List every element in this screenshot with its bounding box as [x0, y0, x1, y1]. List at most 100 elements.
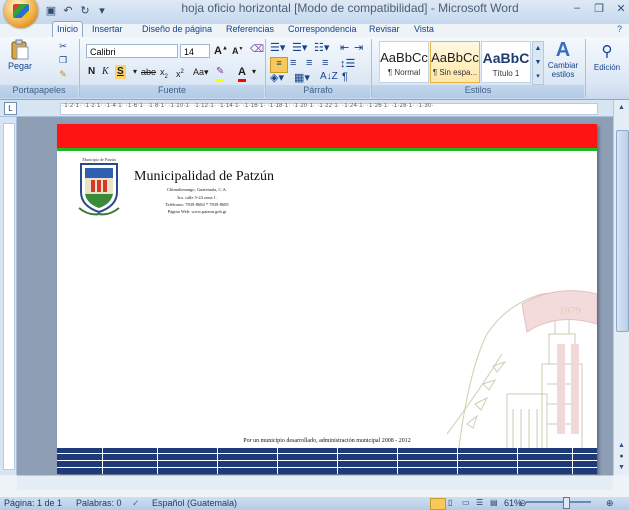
- minimize-icon[interactable]: –: [571, 2, 583, 15]
- address-line: Chimaltenango, Guatemala, C.A.: [167, 187, 227, 192]
- zoom-slider-handle[interactable]: [563, 497, 570, 509]
- next-page-icon[interactable]: ▼: [616, 462, 627, 473]
- office-logo-icon: [13, 4, 29, 18]
- ribbon-tabs: Inicio Insertar Diseño de página Referen…: [0, 19, 629, 38]
- tab-selector-icon[interactable]: L: [4, 102, 17, 115]
- styles-scroll-icon[interactable]: ▲ ▼ ▾: [532, 41, 544, 85]
- grow-font-icon[interactable]: A▲: [214, 45, 228, 57]
- align-center-icon[interactable]: ≡: [290, 57, 296, 69]
- decrease-indent-icon[interactable]: ⇤: [340, 41, 349, 54]
- underline-dropdown-icon[interactable]: ▾: [133, 65, 137, 79]
- style-normal[interactable]: AaBbCc ¶ Normal: [379, 41, 429, 83]
- bold-icon[interactable]: N: [88, 65, 95, 79]
- ruler-track: [3, 123, 15, 470]
- document-page[interactable]: Municipio de Patzún Municipalidad de Pat…: [57, 124, 597, 474]
- font-color-icon[interactable]: A: [238, 65, 246, 82]
- footer-line: [57, 460, 597, 461]
- clipboard-icon: [4, 39, 36, 61]
- tab-diseno-pagina[interactable]: Diseño de página: [138, 22, 216, 37]
- maximize-icon[interactable]: ❐: [593, 2, 605, 15]
- scroll-up-icon[interactable]: ▲: [616, 102, 627, 113]
- cut-icon[interactable]: ✂: [56, 41, 70, 52]
- editing-button[interactable]: ⚲ Edición: [588, 41, 626, 72]
- multilevel-list-icon[interactable]: ☷▾: [314, 41, 329, 54]
- increase-indent-icon[interactable]: ⇥: [354, 41, 363, 54]
- font-name-combobox[interactable]: Calibri: [86, 44, 178, 58]
- show-formatting-marks-icon[interactable]: ¶: [342, 71, 348, 83]
- web-layout-icon[interactable]: ▭: [462, 498, 470, 507]
- style-name: Título 1: [492, 69, 520, 78]
- numbering-icon[interactable]: ☰▾: [292, 41, 307, 54]
- paste-label: Pegar: [7, 61, 33, 71]
- vertical-ruler[interactable]: [0, 117, 17, 475]
- ruler-ticks: ·1·2·1· ·1·2·1· ·1·4·1· ·1·6·1· ·1·8·1· …: [62, 103, 434, 109]
- draft-view-icon[interactable]: ▤: [490, 498, 498, 507]
- zoom-out-icon[interactable]: ⊖: [519, 498, 527, 509]
- footer-divider: [572, 448, 573, 474]
- tab-referencias[interactable]: Referencias: [222, 22, 278, 37]
- highlight-icon[interactable]: ✎: [216, 65, 225, 82]
- footer-divider: [157, 448, 158, 474]
- help-icon[interactable]: ?: [613, 22, 626, 37]
- document-area[interactable]: Municipio de Patzún Municipalidad de Pat…: [17, 117, 613, 475]
- footer-line: [57, 467, 597, 468]
- change-styles-label: Cambiar estilos: [547, 61, 579, 79]
- save-icon[interactable]: ▣: [44, 4, 58, 18]
- address-line: 3ra. calle 5-24 zona 1.: [177, 195, 217, 200]
- format-painter-icon[interactable]: ✎: [56, 69, 70, 80]
- superscript-icon[interactable]: x2: [176, 65, 184, 79]
- strikethrough-icon[interactable]: abe: [141, 65, 156, 79]
- word-count[interactable]: Palabras: 0: [76, 498, 122, 508]
- line-spacing-icon[interactable]: ↕☰: [340, 57, 355, 70]
- previous-page-icon[interactable]: ▲: [616, 440, 627, 451]
- clear-formatting-icon[interactable]: ⌫: [250, 44, 264, 55]
- outline-view-icon[interactable]: ☰: [476, 498, 483, 507]
- tab-vista[interactable]: Vista: [410, 22, 438, 37]
- horizontal-scrollbar[interactable]: [17, 475, 613, 490]
- style-name: ¶ Normal: [387, 68, 421, 77]
- style-sample: AaBbCc: [380, 50, 428, 65]
- tab-revisar[interactable]: Revisar: [365, 22, 404, 37]
- tab-insertar[interactable]: Insertar: [88, 22, 127, 37]
- scrollbar-thumb[interactable]: [616, 130, 629, 332]
- underline-icon[interactable]: S: [115, 65, 126, 79]
- tab-correspondencia[interactable]: Correspondencia: [284, 22, 361, 37]
- font-color-dropdown-icon[interactable]: ▾: [252, 65, 256, 79]
- print-layout-view-icon[interactable]: [430, 498, 446, 510]
- font-size-combobox[interactable]: 14: [180, 44, 210, 58]
- vertical-scrollbar[interactable]: ▲ ▲ ● ▼: [613, 100, 629, 475]
- status-bar: Página: 1 de 1 Palabras: 0 ✓ Español (Gu…: [0, 497, 629, 510]
- zoom-in-icon[interactable]: ⊕: [606, 498, 614, 509]
- borders-icon[interactable]: ▦▾: [294, 71, 310, 84]
- bullets-icon[interactable]: ☰▾: [270, 41, 285, 54]
- copy-icon[interactable]: ❐: [56, 55, 70, 66]
- paste-button[interactable]: Pegar: [4, 39, 36, 71]
- footer-divider: [517, 448, 518, 474]
- change-styles-button[interactable]: A Cambiar estilos: [544, 39, 582, 79]
- language[interactable]: Español (Guatemala): [152, 498, 237, 508]
- zoom-slider[interactable]: [526, 501, 591, 503]
- footer-divider: [397, 448, 398, 474]
- change-case-icon[interactable]: Aa▾: [193, 65, 209, 79]
- page-count[interactable]: Página: 1 de 1: [4, 498, 62, 508]
- tab-inicio[interactable]: Inicio: [52, 21, 84, 38]
- full-screen-reading-icon[interactable]: ▯: [448, 498, 452, 507]
- footer-line: [57, 453, 597, 454]
- close-icon[interactable]: ✕: [615, 2, 627, 15]
- subscript-icon[interactable]: x2: [160, 65, 168, 80]
- browse-object-icon[interactable]: ●: [616, 451, 627, 462]
- sort-icon[interactable]: A↓Z: [320, 71, 338, 82]
- redo-icon[interactable]: ↻: [78, 4, 92, 18]
- horizontal-ruler[interactable]: L ·1·2·1· ·1·2·1· ·1·4·1· ·1·6·1· ·1·8·1…: [0, 100, 629, 117]
- justify-icon[interactable]: ≡: [322, 57, 328, 69]
- customize-toolbar-icon[interactable]: ▾: [95, 4, 109, 18]
- align-right-icon[interactable]: ≡: [306, 57, 312, 69]
- style-heading-1[interactable]: AaBbC Título 1: [481, 41, 531, 83]
- italic-icon[interactable]: K: [102, 65, 109, 79]
- shading-icon[interactable]: ◈▾: [270, 71, 284, 84]
- shrink-font-icon[interactable]: A▼: [232, 46, 243, 56]
- style-no-spacing[interactable]: AaBbCc ¶ Sin espa...: [430, 41, 480, 83]
- style-name: ¶ Sin espa...: [432, 68, 478, 77]
- proofing-icon[interactable]: ✓: [132, 498, 140, 509]
- undo-icon[interactable]: ↶: [61, 4, 75, 18]
